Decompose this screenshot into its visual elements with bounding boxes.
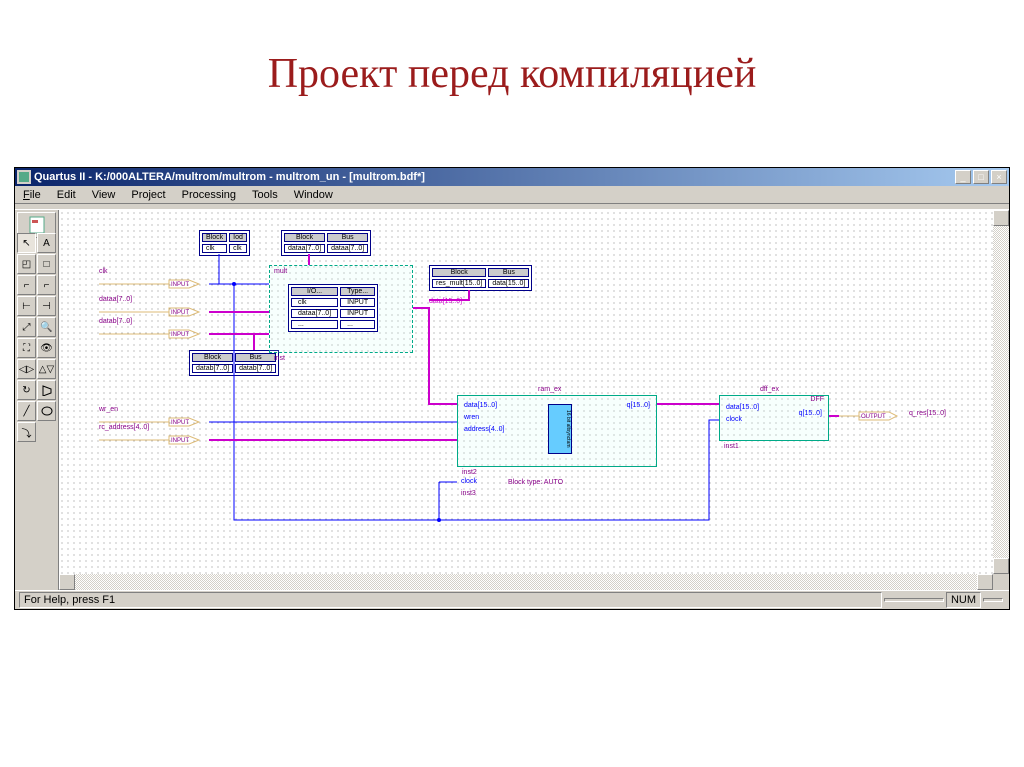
schematic-canvas[interactable]: clk INPUT dataa[7..0] INPUT datab[7..0] …: [59, 210, 993, 574]
svg-text:INPUT: INPUT: [171, 420, 189, 426]
tool-block[interactable]: □: [37, 254, 56, 274]
tool-symbol[interactable]: ◰: [17, 254, 36, 274]
block-dff-ex[interactable]: dff_ex DFF data[15..0] clock q[15..0] in…: [719, 395, 829, 441]
close-button[interactable]: ×: [991, 170, 1007, 184]
scroll-down-icon[interactable]: [993, 558, 1009, 574]
block-ram-ex[interactable]: ram_ex data[15..0] wren address[4..0] q[…: [457, 395, 657, 467]
tool-selection[interactable]: ↖: [17, 233, 36, 253]
ram-clock-label: clock: [461, 478, 477, 485]
menubar: File Edit View Project Processing Tools …: [15, 186, 1009, 204]
tool-mux-icon[interactable]: [37, 380, 56, 400]
scroll-right-icon[interactable]: [977, 574, 993, 590]
minimize-button[interactable]: _: [955, 170, 971, 184]
block-mult[interactable]: mult I/O...Type... clkINPUT dataa[7..0]I…: [269, 265, 413, 353]
conduit-datab[interactable]: BlockBus datab[7..0]datab[7..0]: [189, 350, 279, 376]
conduit-resmult[interactable]: BlockBus res_mult[15..0]data[15..0]: [429, 265, 532, 291]
menu-processing[interactable]: Processing: [174, 189, 244, 201]
ram-core-icon: 16 bit altsynctam: [548, 404, 572, 454]
tool-rubberband[interactable]: ⤢: [17, 317, 36, 337]
tool-find[interactable]: 👁: [37, 338, 56, 358]
svg-text:INPUT: INPUT: [171, 438, 189, 444]
tool-palette: ↖ A ◰ □ ⌐ ⌐ ⊢ ⊣ ⤢ 🔍 ⛶ 👁 ◁▷ △▽ ↻ ╱ ⤵: [15, 210, 59, 590]
titlebar-text: Quartus II - K:/000ALTERA/multrom/multro…: [34, 171, 953, 183]
ram-clock-inst: inst3: [461, 490, 476, 497]
app-icon: [17, 170, 31, 184]
tool-fullscreen[interactable]: ⛶: [17, 338, 36, 358]
tool-flip-horizontal[interactable]: ◁▷: [17, 359, 36, 379]
tool-ortho-bus[interactable]: ⌐: [37, 275, 56, 295]
tool-arc[interactable]: ⤵: [17, 422, 36, 442]
tool-zoom[interactable]: 🔍: [37, 317, 56, 337]
menu-window[interactable]: Window: [286, 189, 341, 201]
menu-edit[interactable]: Edit: [49, 189, 84, 201]
svg-text:INPUT: INPUT: [171, 332, 189, 338]
input-label: INPUT: [171, 282, 189, 288]
menu-file[interactable]: File: [15, 189, 49, 201]
input-pin-clk[interactable]: clk INPUT: [99, 278, 209, 292]
tool-text[interactable]: A: [37, 233, 56, 253]
tool-partial-line[interactable]: ⊣: [37, 296, 56, 316]
scrollbar-vertical[interactable]: [993, 210, 1009, 574]
status-help-text: For Help, press F1: [19, 592, 882, 608]
scroll-left-icon[interactable]: [59, 574, 75, 590]
conduit-dataa[interactable]: BlockBus dataa[7..0]dataa[7..0]: [281, 230, 371, 256]
conduit-clk[interactable]: BlockIod clkclk: [199, 230, 250, 256]
scroll-up-icon[interactable]: [993, 210, 1009, 226]
maximize-button[interactable]: □: [973, 170, 989, 184]
svg-text:INPUT: INPUT: [171, 310, 189, 316]
slide-title: Проект перед компиляцией: [0, 0, 1024, 128]
input-pin-address[interactable]: rc_address[4..0] INPUT: [99, 434, 209, 448]
menu-view[interactable]: View: [84, 189, 124, 201]
svg-text:OUTPUT: OUTPUT: [861, 414, 886, 420]
app-window: Quartus II - K:/000ALTERA/multrom/multro…: [14, 167, 1010, 610]
menu-tools[interactable]: Tools: [244, 189, 286, 201]
titlebar[interactable]: Quartus II - K:/000ALTERA/multrom/multro…: [15, 168, 1009, 186]
scrollbar-horizontal[interactable]: [59, 574, 1009, 590]
tool-rotate[interactable]: ↻: [17, 380, 36, 400]
wire-label-data: data[15..0]: [429, 298, 462, 305]
tool-conduit[interactable]: ⊢: [17, 296, 36, 316]
menu-project[interactable]: Project: [123, 189, 173, 201]
input-pin-datab[interactable]: datab[7..0] INPUT: [99, 328, 209, 342]
tool-ortho-node[interactable]: ⌐: [17, 275, 36, 295]
tool-flip-vertical[interactable]: △▽: [37, 359, 56, 379]
statusbar: For Help, press F1 NUM: [15, 590, 1009, 609]
tool-line[interactable]: ╱: [17, 401, 36, 421]
output-pin-qres[interactable]: OUTPUT q_res[15..0]: [839, 410, 959, 424]
tool-oval[interactable]: [37, 401, 56, 421]
status-num: NUM: [946, 592, 981, 608]
